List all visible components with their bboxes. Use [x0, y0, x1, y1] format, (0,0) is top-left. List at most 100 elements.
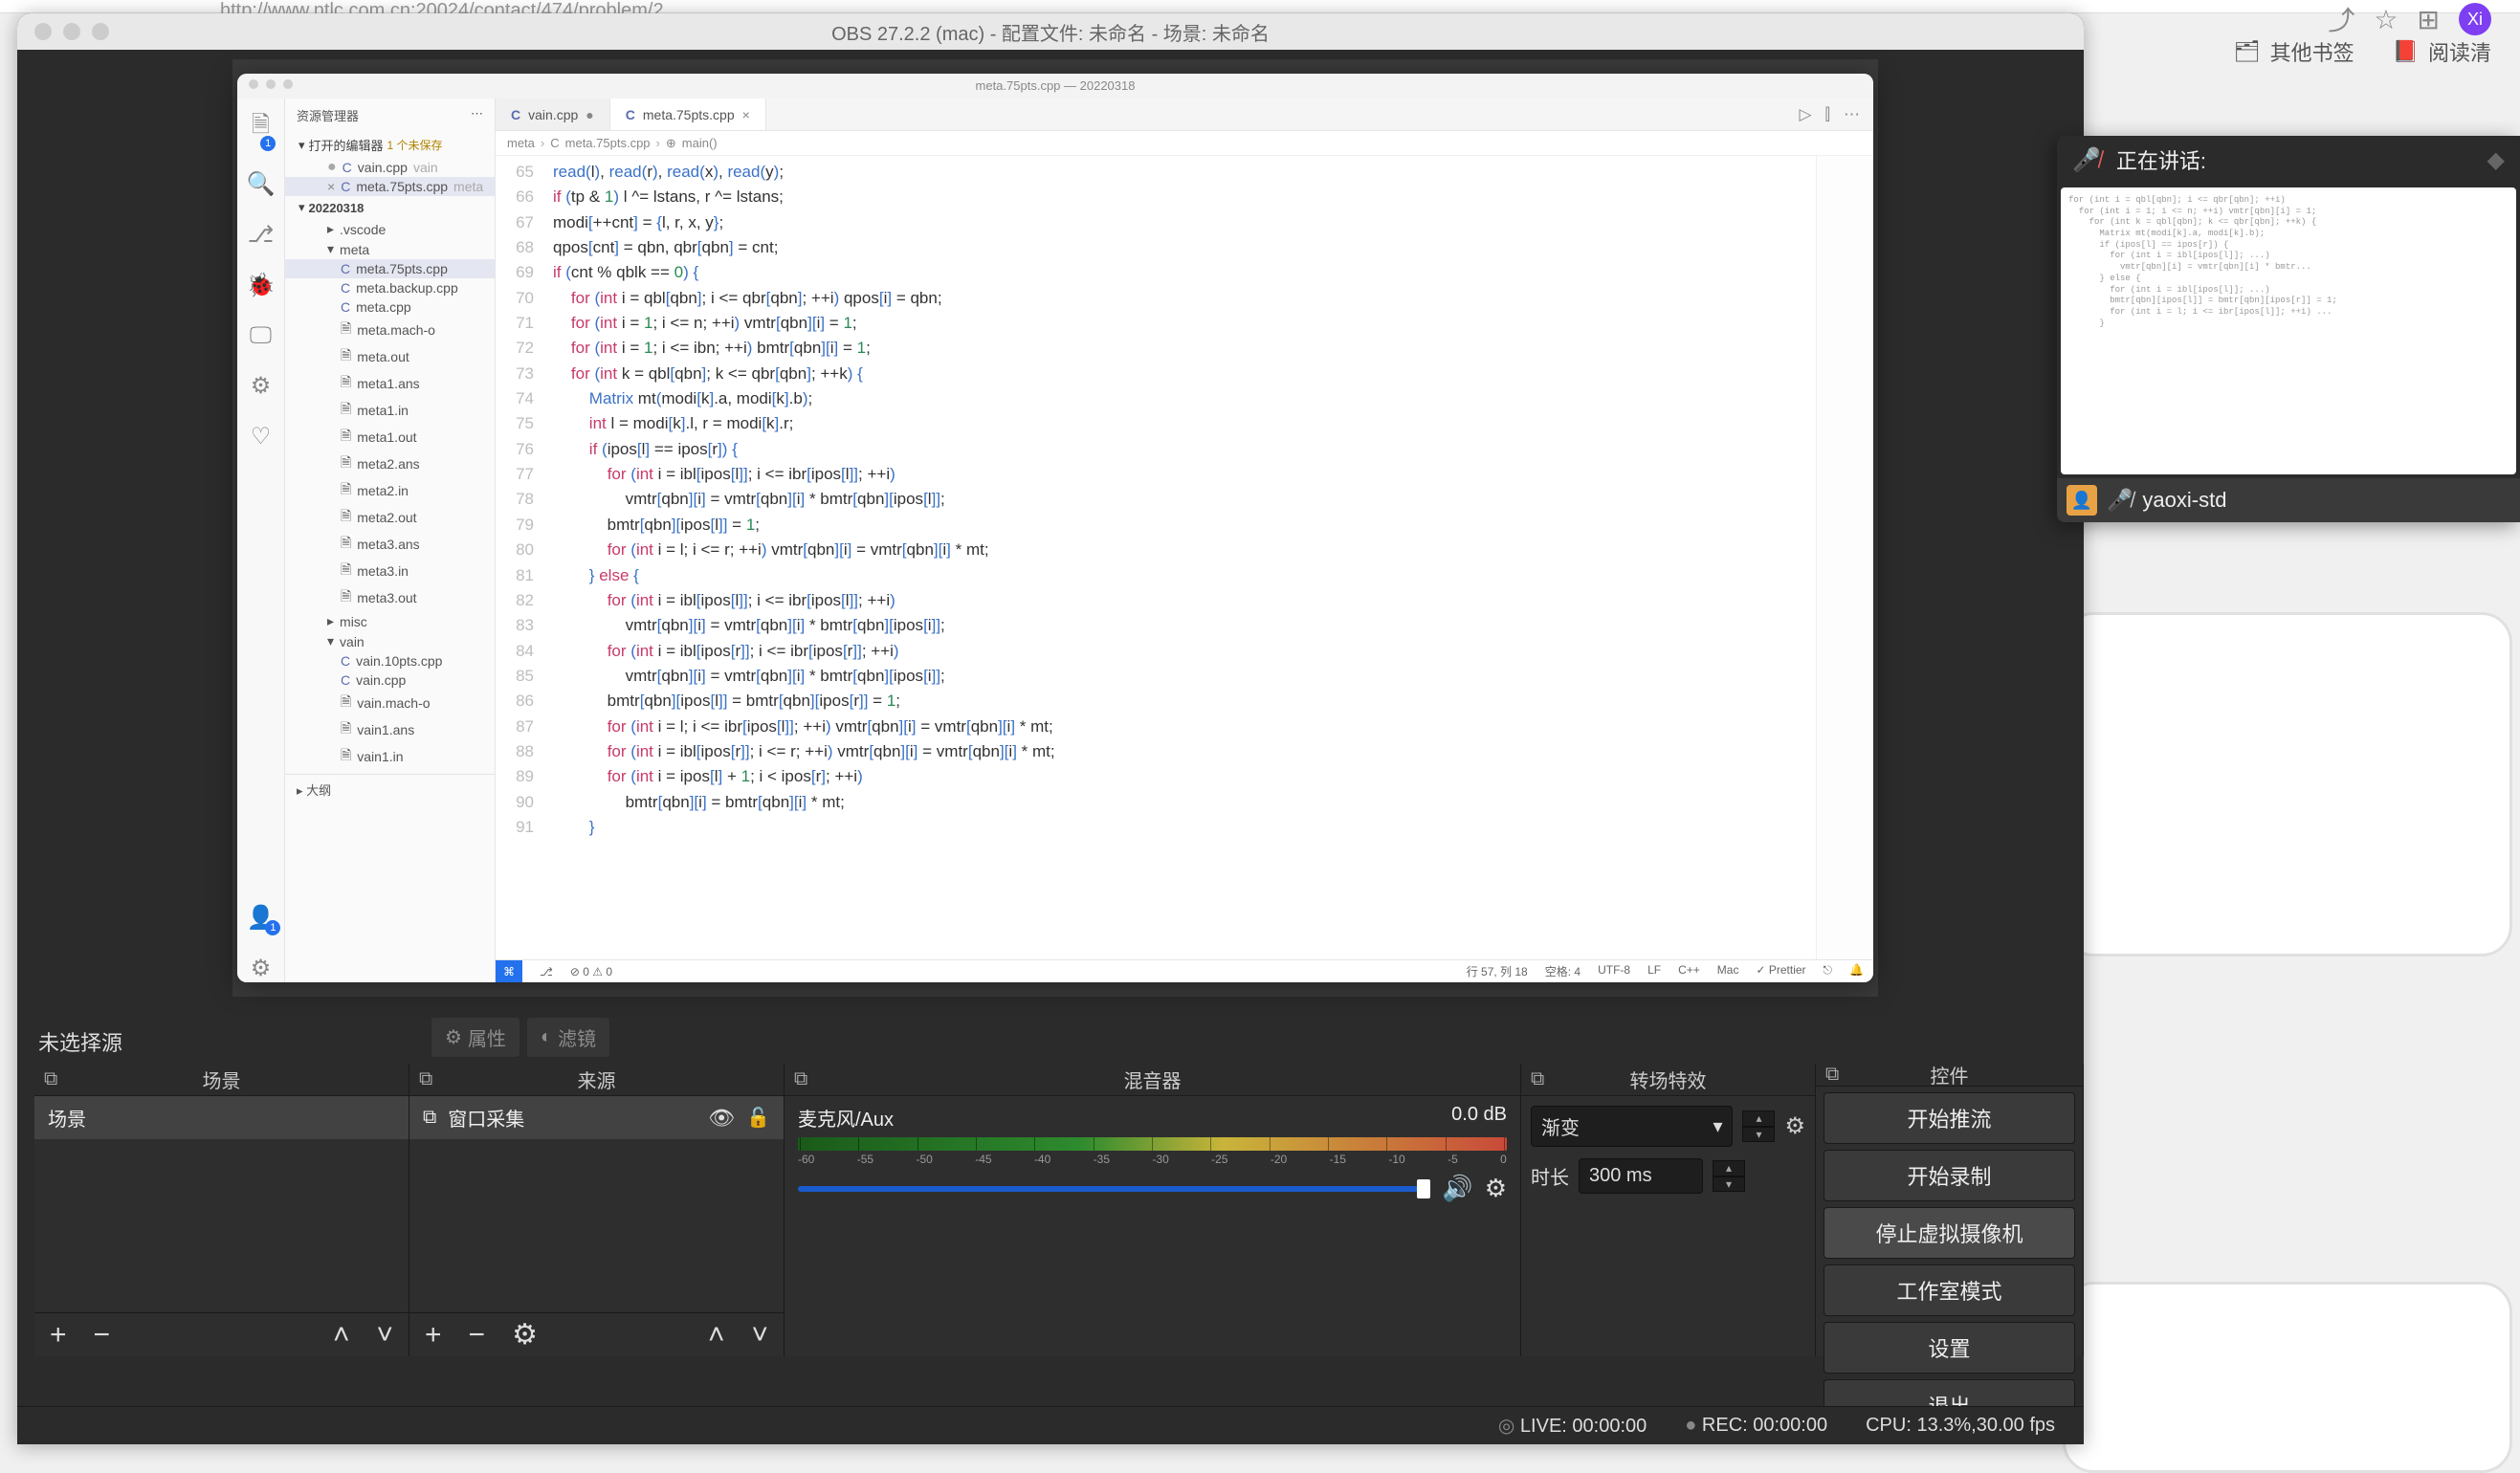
profile-avatar[interactable]: Xi [2459, 3, 2491, 35]
tree-file[interactable]: 🗎 meta1.in [285, 397, 495, 424]
meeting-user[interactable]: 👤 🎤̸ yaoxi-std [2057, 478, 2520, 522]
tree-folder[interactable]: ▾ meta [285, 239, 495, 259]
meeting-overlay[interactable]: 🎤̸ 正在讲话: ◆ for (int i = qbl[qbn]; i <= q… [2057, 136, 2520, 522]
transition-stepper[interactable]: ▴▾ [1742, 1110, 1775, 1142]
properties-button[interactable]: ⚙属性 [431, 1017, 520, 1058]
tree-folder[interactable]: ▾ vain [285, 631, 495, 651]
folder-section[interactable]: ▾ 20220318 [285, 196, 495, 219]
tree-file[interactable]: C vain.cpp [285, 671, 495, 690]
tree-file[interactable]: C meta.backup.cpp [285, 278, 495, 297]
feedback-icon[interactable]: ⎋ [1824, 963, 1833, 979]
transition-select[interactable]: 渐变▾ [1531, 1106, 1733, 1147]
settings-icon[interactable]: ⚙ [251, 955, 272, 982]
tree-file[interactable]: 🗎 meta3.in [285, 558, 495, 584]
remote-indicator[interactable]: ⌘ [496, 960, 522, 982]
tree-file[interactable]: C meta.cpp [285, 297, 495, 317]
bell-icon[interactable]: 🔔 [1849, 963, 1864, 979]
move-down-button[interactable]: ˅ [751, 1319, 768, 1352]
tree-file[interactable]: 🗎 meta.out [285, 343, 495, 370]
debug-icon[interactable]: 🐞 [247, 272, 276, 299]
source-item[interactable]: ⧉ 窗口采集 👁 🔓 [409, 1096, 784, 1139]
duration-input[interactable]: 300 ms [1579, 1158, 1703, 1194]
encoding-indicator[interactable]: UTF-8 [1598, 963, 1630, 979]
control-button-1[interactable]: 开始录制 [1824, 1150, 2075, 1201]
remove-button[interactable]: − [94, 1319, 111, 1352]
code-editor[interactable]: 6566676869707172737475767778798081828384… [496, 156, 1873, 959]
tree-file[interactable]: 🗎 meta3.ans [285, 531, 495, 558]
popout-icon[interactable]: ⧉ [794, 1068, 807, 1090]
control-button-0[interactable]: 开始推流 [1824, 1092, 2075, 1144]
popout-icon[interactable]: ⧉ [419, 1068, 432, 1090]
tree-file[interactable]: 🗎 meta1.out [285, 424, 495, 451]
github-icon[interactable]: ♡ [251, 423, 272, 451]
open-editor-item[interactable]: ×Cmeta.75pts.cpp meta [285, 177, 495, 196]
tree-file[interactable]: C meta.75pts.cpp [285, 259, 495, 278]
add-button[interactable]: + [50, 1319, 67, 1352]
volume-slider[interactable] [798, 1186, 1430, 1192]
indent-indicator[interactable]: 空格: 4 [1545, 963, 1581, 979]
outline-section[interactable]: ▸ 大纲 [285, 774, 495, 804]
eol-indicator[interactable]: LF [1647, 963, 1661, 979]
obs-preview[interactable]: meta.75pts.cpp — 20220318 🗎1 🔍 ⎇ 🐞 🖵 ⚙ ♡… [232, 59, 1878, 997]
extensions-icon[interactable]: ⚙ [251, 372, 272, 400]
remote-icon[interactable]: 🖵 [250, 322, 272, 349]
channel-settings-icon[interactable]: ⚙ [1485, 1174, 1507, 1203]
more-icon[interactable]: ⋯ [1844, 105, 1860, 124]
tab-meta75pts[interactable]: Cmeta.75pts.cpp× [610, 99, 766, 130]
bookmark-other[interactable]: 🗂其他书签 [2234, 36, 2354, 67]
tree-folder[interactable]: ▸ .vscode [285, 219, 495, 239]
tree-file[interactable]: 🗎 meta.mach-o [285, 317, 495, 343]
puzzle-icon[interactable]: ⊞ [2418, 4, 2440, 35]
mute-icon[interactable]: 🎤̸ [2072, 146, 2101, 174]
tree-file[interactable]: 🗎 meta2.out [285, 504, 495, 531]
add-button[interactable]: + [425, 1319, 442, 1352]
more-icon[interactable]: ⋯ [471, 106, 483, 124]
control-button-4[interactable]: 设置 [1824, 1322, 2075, 1374]
move-up-button[interactable]: ˄ [708, 1319, 725, 1352]
problems-indicator[interactable]: ⊘ 0 ⚠ 0 [570, 965, 612, 978]
split-icon[interactable]: ⫿ [1825, 105, 1830, 124]
run-icon[interactable]: ▷ [1799, 105, 1811, 124]
remove-button[interactable]: − [469, 1319, 486, 1352]
transition-settings-icon[interactable]: ⚙ [1784, 1112, 1805, 1140]
settings-button[interactable]: ⚙ [512, 1318, 538, 1352]
account-icon[interactable]: 👤1 [247, 904, 276, 932]
popout-icon[interactable]: ⧉ [1825, 1064, 1839, 1086]
tree-file[interactable]: 🗎 meta2.ans [285, 451, 495, 477]
formatter-indicator[interactable]: ✓ Prettier [1756, 963, 1805, 979]
visibility-toggle[interactable]: 👁 [708, 1106, 735, 1131]
scene-item[interactable]: 场景 [34, 1096, 409, 1139]
lang-indicator[interactable]: C++ [1678, 963, 1700, 979]
open-editor-item[interactable]: ●Cvain.cpp vain [285, 158, 495, 177]
control-button-3[interactable]: 工作室模式 [1824, 1264, 2075, 1316]
send-icon[interactable]: ⤴ [2328, 0, 2354, 38]
tab-vain[interactable]: Cvain.cpp● [496, 99, 610, 130]
source-control-icon[interactable]: ⎇ [248, 221, 275, 249]
search-icon[interactable]: 🔍 [247, 170, 276, 198]
bookmark-reading[interactable]: 📕阅读清 [2393, 36, 2491, 67]
tree-file[interactable]: 🗎 meta3.out [285, 584, 495, 611]
duration-stepper[interactable]: ▴▾ [1713, 1160, 1745, 1192]
move-up-button[interactable]: ˄ [333, 1319, 350, 1352]
move-down-button[interactable]: ˅ [376, 1319, 393, 1352]
open-editors-section[interactable]: ▾ 打开的编辑器 1 个未保存 [285, 132, 495, 158]
cursor-position[interactable]: 行 57, 列 18 [1467, 963, 1528, 979]
explorer-icon[interactable]: 🗎1 [252, 108, 270, 147]
tree-file[interactable]: 🗎 vain1.in [285, 743, 495, 770]
tree-file[interactable]: C vain.10pts.cpp [285, 651, 495, 671]
control-button-2[interactable]: 停止虚拟摄像机 [1824, 1207, 2075, 1259]
filters-button[interactable]: ◐滤镜 [526, 1017, 610, 1058]
speaker-icon[interactable]: 🔊 [1442, 1174, 1472, 1203]
popout-icon[interactable]: ⧉ [1531, 1068, 1544, 1090]
tree-file[interactable]: 🗎 vain.mach-o [285, 690, 495, 716]
tree-file[interactable]: 🗎 meta1.ans [285, 370, 495, 397]
star-icon[interactable]: ☆ [2374, 4, 2398, 35]
branch-indicator[interactable]: ⎇ [540, 965, 553, 978]
tree-file[interactable]: 🗎 vain1.ans [285, 716, 495, 743]
tree-file[interactable]: 🗎 meta2.in [285, 477, 495, 504]
lock-toggle[interactable]: 🔓 [746, 1106, 770, 1130]
breadcrumb[interactable]: meta› Cmeta.75pts.cpp› ⊕main() [496, 131, 1873, 156]
tree-folder[interactable]: ▸ misc [285, 611, 495, 631]
minimap[interactable] [1816, 156, 1873, 959]
popout-icon[interactable]: ⧉ [44, 1068, 57, 1090]
